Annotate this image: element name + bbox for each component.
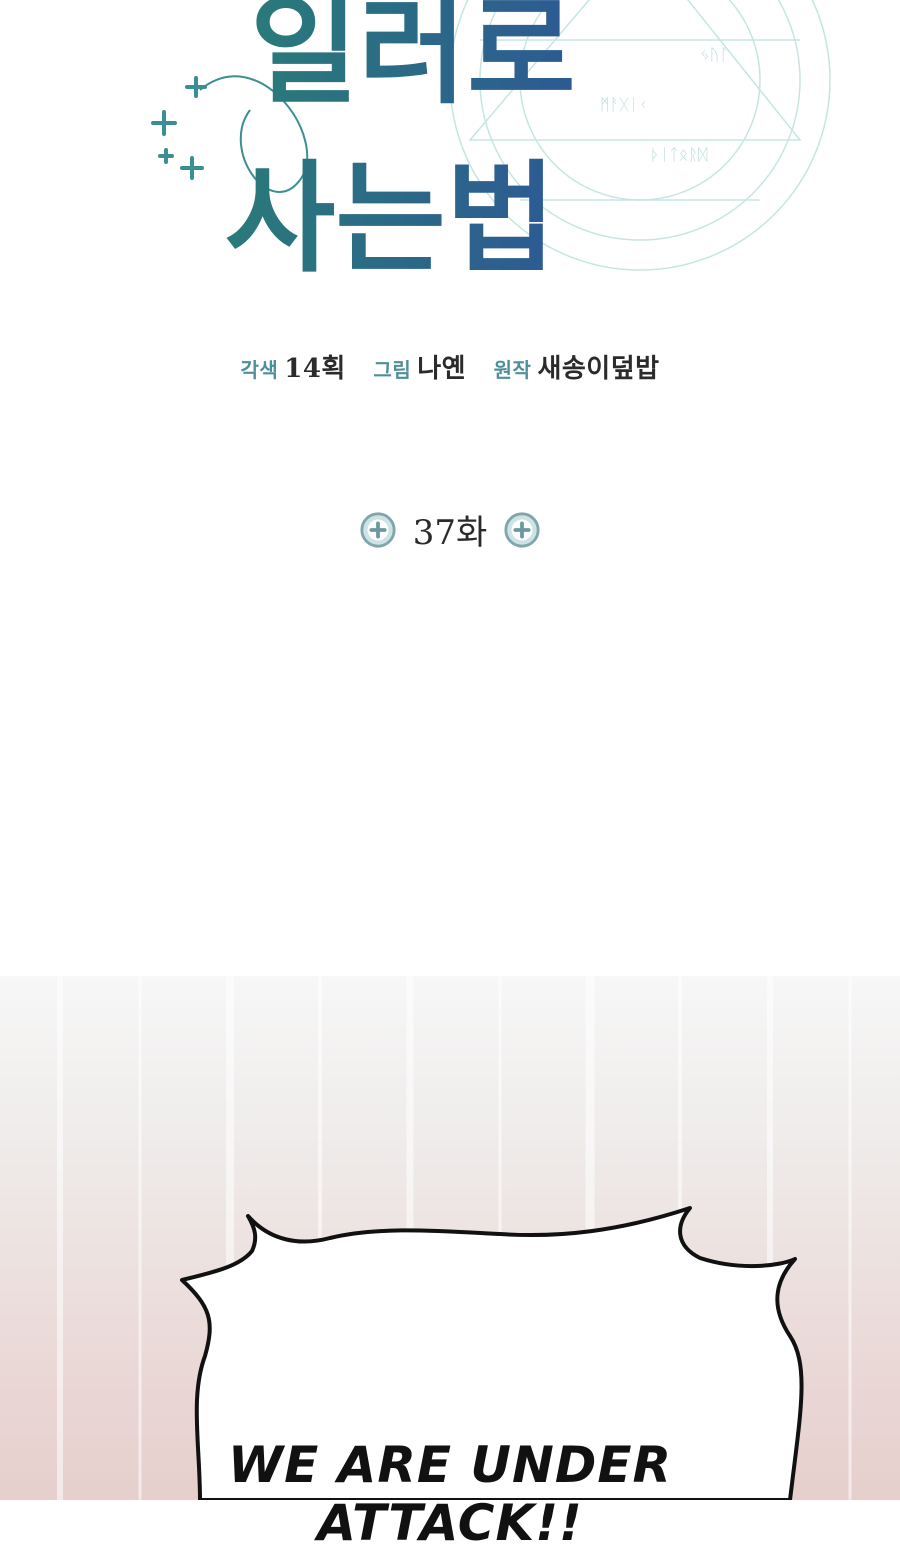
art-name: 나옌 [417, 354, 467, 384]
speech-line-1: WE ARE UNDER [227, 1436, 673, 1494]
series-title-area: ᚦᛁᛏᛟᚱᛞ ᛗᚨᚷᛁᚲ ᛃᚢᛚ 일러로 사는법 [0, 0, 900, 320]
speech-bubble [180, 1206, 804, 1500]
plus-circle-icon [360, 511, 396, 548]
original-name: 새송이덮밥 [537, 354, 660, 384]
speech-line-2: ATTACK!! [317, 1494, 583, 1552]
comic-panel [0, 976, 900, 1500]
title-line-1: 일러로 [250, 0, 576, 120]
episode-label: 37화 [412, 513, 488, 553]
adapt-role: 각색 [240, 358, 279, 382]
art-role: 그림 [373, 358, 412, 382]
speech-bubble-text: WE ARE UNDER ATTACK!! [0, 1436, 900, 1552]
credits-line: 각색 14획 그림 나옌 원작 새송이덮밥 [0, 348, 900, 385]
title-line-2: 사는법 [225, 148, 556, 289]
original-role: 원작 [493, 358, 532, 382]
episode-heading: 37화 [0, 505, 900, 554]
adapt-name: 14획 [284, 354, 346, 384]
series-title-logo: 일러로 사는법 [225, 0, 576, 289]
plus-circle-icon [504, 511, 540, 548]
